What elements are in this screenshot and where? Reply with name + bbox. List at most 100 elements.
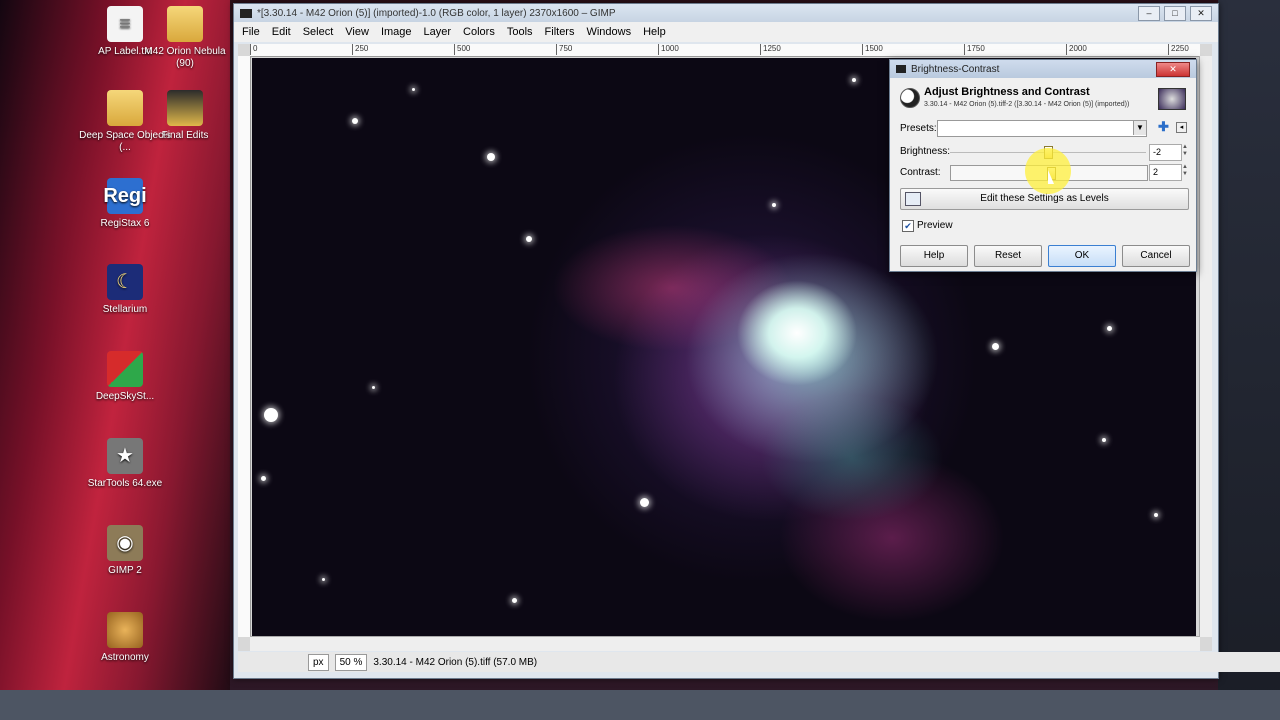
star (372, 386, 375, 389)
menu-select[interactable]: Select (303, 26, 334, 38)
brightness-contrast-icon (900, 88, 920, 108)
text-file-icon: ≡ (107, 6, 143, 42)
desktop-icon-stellarium[interactable]: ☾ Stellarium (79, 264, 171, 316)
unit-select[interactable]: px (308, 653, 329, 671)
preview-label: Preview (917, 220, 953, 231)
star (261, 476, 266, 481)
presets-label: Presets: (900, 123, 937, 134)
menu-windows[interactable]: Windows (586, 26, 631, 38)
image-thumbnail (1158, 88, 1186, 110)
startools-icon: ★ (107, 438, 143, 474)
menu-colors[interactable]: Colors (463, 26, 495, 38)
desktop-icon-label: StarTools 64.exe (87, 478, 163, 489)
brightness-spin-arrows[interactable]: ▲ ▼ (1182, 144, 1189, 159)
ruler-tick: 1500 (862, 44, 883, 55)
menu-tools[interactable]: Tools (507, 26, 533, 38)
window-titlebar[interactable]: *[3.30.14 - M42 Orion (5)] (imported)-1.… (234, 4, 1218, 22)
ruler-tick: 2250 (1168, 44, 1189, 55)
contrast-spin-arrows[interactable]: ▲ ▼ (1182, 164, 1189, 179)
desktop-icon-deepskystacker[interactable]: DeepSkySt... (79, 351, 171, 403)
help-button[interactable]: Help (900, 245, 968, 267)
dialog-title: Brightness-Contrast (911, 63, 1000, 75)
menu-edit[interactable]: Edit (272, 26, 291, 38)
dialog-titlebar[interactable]: Brightness-Contrast (890, 60, 1196, 78)
edit-as-levels-label: Edit these Settings as Levels (980, 193, 1109, 204)
vertical-scrollbar[interactable] (1199, 56, 1212, 637)
status-bar: px 50 % 3.30.14 - M42 Orion (5).tiff (57… (238, 652, 1280, 672)
close-button[interactable]: ✕ (1190, 6, 1212, 21)
gimp-window-icon (896, 65, 906, 73)
zoom-select[interactable]: 50 % (334, 653, 368, 671)
folder-icon (167, 6, 203, 42)
ok-button[interactable]: OK (1048, 245, 1116, 267)
menu-image[interactable]: Image (381, 26, 412, 38)
horizontal-ruler[interactable]: 0 250 500 750 1000 1250 1500 1750 2000 2… (250, 44, 1200, 57)
menu-bar: File Edit Select View Image Layer Colors… (234, 22, 1218, 42)
ruler-tick: 250 (352, 44, 368, 55)
star (1107, 326, 1112, 331)
status-info: 3.30.14 - M42 Orion (5).tiff (57.0 MB) (373, 656, 538, 668)
dialog-subheading: 3.30.14 - M42 Orion (5).tiff-2 ([3.30.14… (924, 101, 1130, 108)
deepskystacker-icon (107, 351, 143, 387)
taskbar (0, 690, 1280, 720)
star (640, 498, 649, 507)
add-preset-icon[interactable]: ✚ (1158, 120, 1169, 133)
stellarium-icon: ☾ (107, 264, 143, 300)
star (352, 118, 358, 124)
horizontal-scrollbar[interactable] (250, 636, 1200, 651)
star (412, 88, 415, 91)
desktop-icon-m42[interactable]: M42 Orion Nebula (90) (139, 6, 231, 70)
desktop-icon-registax[interactable]: Regi RegiStax 6 (79, 178, 171, 230)
chevron-down-icon[interactable]: ▼ (1133, 121, 1146, 135)
brightness-spinbox[interactable]: -2 (1149, 144, 1182, 161)
preset-menu-icon[interactable]: ◂ (1176, 122, 1187, 133)
desktop-icon-label: M42 Orion Nebula (90) (144, 46, 226, 69)
menu-view[interactable]: View (345, 26, 369, 38)
saturn-icon (107, 612, 143, 648)
gimp-window-icon (240, 8, 252, 18)
dialog-heading: Adjust Brightness and Contrast (924, 86, 1090, 98)
desktop-icon-label: RegiStax 6 (100, 218, 150, 229)
desktop-icon-gimp[interactable]: ◉ GIMP 2 (79, 525, 171, 577)
desktop-icon-startools[interactable]: ★ StarTools 64.exe (79, 438, 171, 490)
minimize-button[interactable]: – (1138, 6, 1160, 21)
ruler-tick: 500 (454, 44, 470, 55)
ruler-tick: 1250 (760, 44, 781, 55)
contrast-label: Contrast: (900, 167, 941, 178)
contrast-spinbox[interactable]: 2 (1149, 164, 1182, 181)
star (772, 203, 776, 207)
star (1154, 513, 1158, 517)
dialog-close-button[interactable]: ✕ (1156, 62, 1190, 77)
mouse-cursor-icon (1048, 170, 1054, 184)
preview-checkbox[interactable]: ✔ (902, 220, 914, 232)
menu-layer[interactable]: Layer (424, 26, 452, 38)
brightness-label: Brightness: (900, 146, 951, 157)
star (852, 78, 856, 82)
desktop-icon-label: Final Edits (161, 130, 209, 141)
desktop-icon-final-edits[interactable]: Final Edits (139, 90, 231, 142)
desktop-wallpaper-right (1218, 0, 1280, 720)
folder-icon (167, 90, 203, 126)
star (264, 408, 278, 422)
star (1102, 438, 1106, 442)
window-title: *[3.30.14 - M42 Orion (5)] (imported)-1.… (257, 7, 616, 19)
vertical-ruler[interactable] (238, 56, 251, 637)
desktop-icon-astronomy[interactable]: Astronomy (79, 612, 171, 664)
ruler-tick: 1750 (964, 44, 985, 55)
registax-icon: Regi (103, 178, 147, 214)
reset-button[interactable]: Reset (974, 245, 1042, 267)
maximize-button[interactable]: □ (1164, 6, 1186, 21)
star (992, 343, 999, 350)
menu-filters[interactable]: Filters (545, 26, 575, 38)
cancel-button[interactable]: Cancel (1122, 245, 1190, 267)
star (526, 236, 532, 242)
desktop-icon-label: GIMP 2 (108, 565, 142, 576)
desktop-icon-label: DeepSkySt... (95, 391, 155, 402)
menu-help[interactable]: Help (643, 26, 666, 38)
menu-file[interactable]: File (242, 26, 260, 38)
gimp-icon: ◉ (107, 525, 143, 561)
dialog-header: Adjust Brightness and Contrast 3.30.14 -… (898, 84, 1188, 114)
presets-combo[interactable] (937, 120, 1147, 137)
levels-icon (905, 192, 921, 206)
ruler-tick: 2000 (1066, 44, 1087, 55)
